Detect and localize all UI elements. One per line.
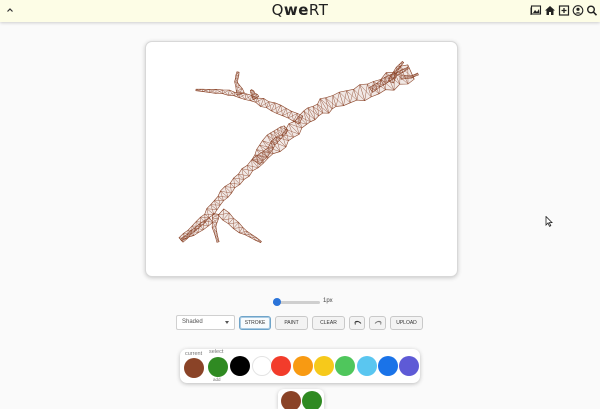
color-swatch[interactable] xyxy=(271,356,291,376)
stroke-width-value: 1px xyxy=(323,298,333,304)
slider-thumb[interactable] xyxy=(273,298,281,306)
app-logo: QweRT xyxy=(271,1,329,19)
color-swatch[interactable] xyxy=(357,356,377,376)
shading-mode-select[interactable]: Shaded xyxy=(176,315,235,330)
account-icon[interactable] xyxy=(572,4,584,17)
nav-icons xyxy=(530,4,598,17)
stroke-button[interactable]: STROKE xyxy=(239,316,271,330)
undo-icon xyxy=(354,320,362,325)
current-color-label: current xyxy=(185,351,203,357)
shading-mode-value: Shaded xyxy=(182,319,203,325)
mouse-cursor-icon xyxy=(545,214,553,227)
color-swatch[interactable] xyxy=(252,356,272,376)
color-swatch[interactable] xyxy=(230,356,250,376)
upload-button[interactable]: UPLOAD xyxy=(390,316,423,330)
add-box-icon[interactable] xyxy=(558,4,570,17)
chevron-up-icon[interactable] xyxy=(4,3,16,17)
stroke-width-slider[interactable]: 1px xyxy=(270,297,360,309)
drawing-canvas[interactable] xyxy=(145,41,458,277)
clear-button[interactable]: CLEAR xyxy=(312,316,345,330)
current-color-swatch xyxy=(184,358,204,378)
chevron-down-icon xyxy=(225,321,229,324)
select-color-label: select xyxy=(209,349,224,355)
branch-sketch xyxy=(178,60,419,243)
color-swatch[interactable] xyxy=(378,356,398,376)
top-bar: QweRT xyxy=(0,0,600,22)
color-palette: current select add xyxy=(180,349,420,383)
color-swatch[interactable] xyxy=(293,356,313,376)
color-swatch[interactable] xyxy=(335,356,355,376)
gallery-icon[interactable] xyxy=(530,4,542,17)
redo-button[interactable] xyxy=(369,316,386,330)
select-color-swatch[interactable] xyxy=(208,357,228,377)
color-swatch[interactable] xyxy=(399,356,419,376)
add-color-button[interactable]: add xyxy=(213,377,221,382)
search-icon[interactable] xyxy=(586,4,598,17)
recent-color-swatch[interactable] xyxy=(281,391,301,409)
color-swatch[interactable] xyxy=(314,356,334,376)
recent-colors-tray xyxy=(278,389,324,409)
redo-icon xyxy=(374,320,382,325)
home-icon[interactable] xyxy=(544,4,556,17)
paint-button[interactable]: PAINT xyxy=(275,316,308,330)
recent-color-swatch[interactable] xyxy=(302,391,322,409)
undo-button[interactable] xyxy=(349,316,365,330)
